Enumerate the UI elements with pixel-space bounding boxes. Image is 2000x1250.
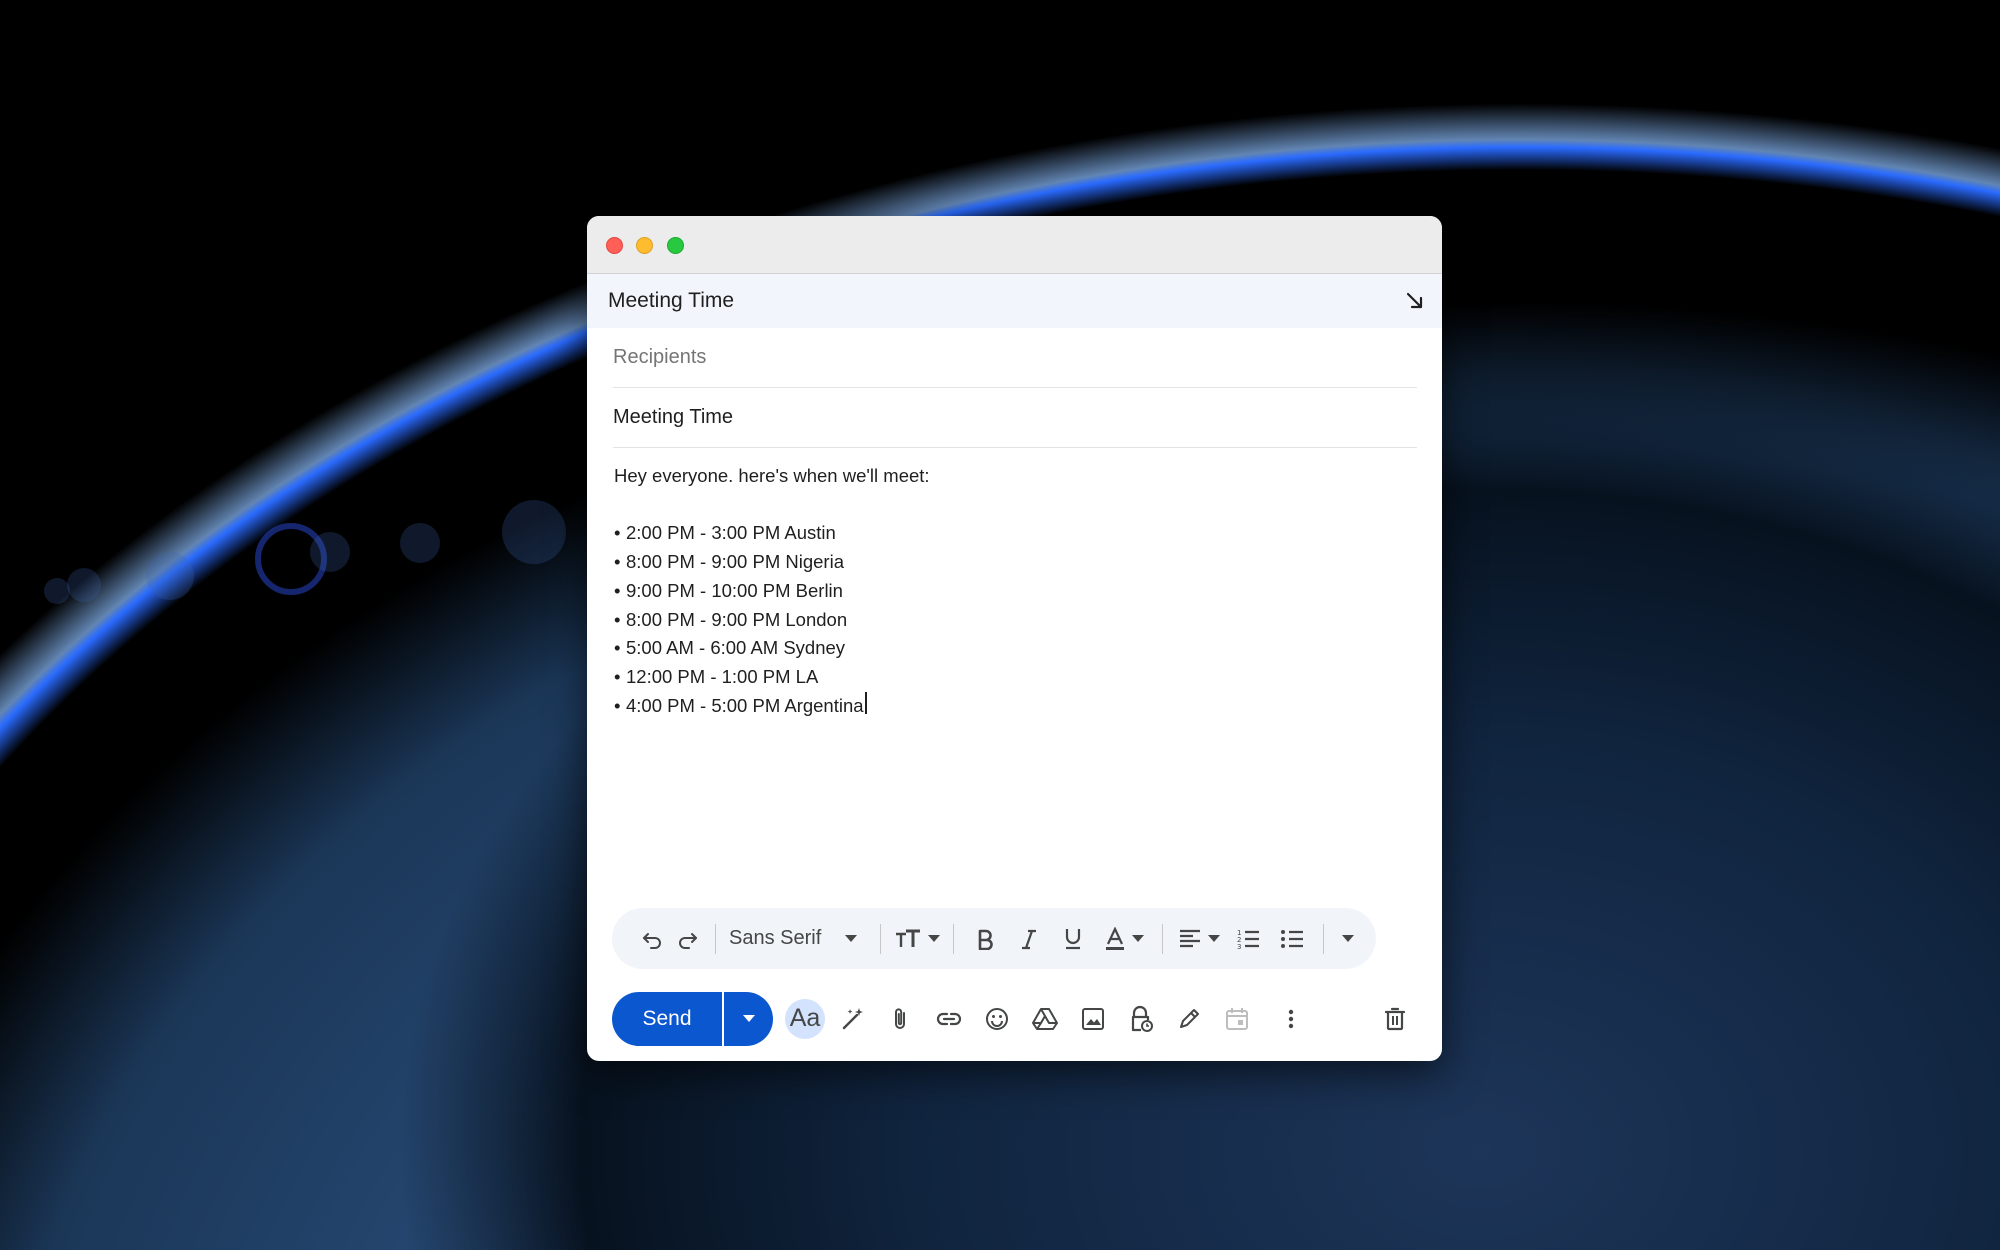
minimize-window-button[interactable] [636, 237, 653, 254]
window-titlebar [587, 216, 1442, 274]
list-item: • 2:00 PM - 3:00 PM Austin [614, 522, 836, 544]
lens-flare [502, 500, 566, 564]
bold-icon[interactable] [963, 919, 1007, 959]
more-formatting-icon[interactable] [1333, 919, 1363, 959]
body-greeting: Hey everyone. here's when we'll meet: [614, 465, 930, 486]
formatting-toolbar: Sans Serif 123 [612, 908, 1376, 969]
drive-icon[interactable] [1025, 999, 1065, 1039]
numbered-list-icon[interactable]: 123 [1226, 919, 1270, 959]
trash-icon[interactable] [1375, 999, 1415, 1039]
image-icon[interactable] [1073, 999, 1113, 1039]
formatting-toggle-icon[interactable]: Aa [785, 998, 825, 1039]
schedule-calendar-icon[interactable] [1217, 999, 1257, 1039]
lens-flare [44, 578, 70, 604]
text-color-icon[interactable] [1095, 919, 1153, 959]
font-family-label: Sans Serif [729, 927, 822, 949]
chevron-down-icon [845, 935, 858, 942]
lens-flare [146, 552, 194, 600]
message-body[interactable]: Hey everyone. here's when we'll meet: • 2… [614, 462, 1417, 720]
chevron-down-icon [928, 935, 940, 942]
toolbar-divider [1162, 923, 1163, 954]
signature-pen-icon[interactable] [1169, 999, 1209, 1039]
paperclip-icon[interactable] [881, 999, 921, 1039]
lens-flare [310, 532, 350, 572]
link-icon[interactable] [929, 999, 969, 1039]
subject-field[interactable]: Meeting Time [613, 388, 1417, 448]
chevron-down-icon [742, 1015, 755, 1022]
compose-bottom-bar: Send Aa [612, 991, 1417, 1046]
magic-pen-icon[interactable] [833, 999, 873, 1039]
more-options-icon[interactable] [1271, 999, 1311, 1039]
list-item: • 9:00 PM - 10:00 PM Berlin [614, 579, 843, 601]
align-icon[interactable] [1172, 919, 1226, 959]
compose-header-title: Meeting Time [608, 289, 735, 312]
list-item: • 12:00 PM - 1:00 PM LA [614, 665, 819, 687]
chevron-down-icon [1208, 935, 1220, 942]
maximize-window-button[interactable] [667, 237, 684, 254]
undo-icon[interactable] [634, 919, 670, 959]
chevron-down-icon [1342, 935, 1354, 942]
font-family-select[interactable]: Sans Serif [725, 919, 871, 959]
send-options-button[interactable] [724, 991, 773, 1046]
font-size-icon[interactable] [890, 919, 944, 959]
toolbar-divider [880, 923, 881, 954]
confidential-lock-icon[interactable] [1121, 999, 1161, 1039]
close-window-button[interactable] [606, 237, 623, 254]
italic-icon[interactable] [1007, 919, 1051, 959]
recipients-input[interactable] [613, 346, 1417, 369]
pop-out-arrow-icon[interactable] [1404, 290, 1426, 312]
list-item: • 4:00 PM - 5:00 PM Argentina [614, 691, 1417, 721]
redo-icon[interactable] [670, 919, 706, 959]
emoji-icon[interactable] [977, 999, 1017, 1039]
compose-header: Meeting Time [587, 274, 1442, 328]
toolbar-divider [953, 923, 954, 954]
toolbar-divider [1323, 923, 1324, 954]
underline-icon[interactable] [1051, 919, 1095, 959]
send-button[interactable]: Send [612, 991, 722, 1046]
bulleted-list-icon[interactable] [1270, 919, 1314, 959]
list-item: • 8:00 PM - 9:00 PM Nigeria [614, 551, 844, 573]
compose-window: Meeting Time Meeting Time Hey everyone. … [587, 216, 1442, 1061]
lens-flare [67, 568, 101, 602]
recipients-field[interactable] [613, 328, 1417, 388]
text-cursor [864, 691, 867, 714]
list-item: • 8:00 PM - 9:00 PM London [614, 608, 848, 630]
subject-input[interactable]: Meeting Time [613, 406, 733, 429]
chevron-down-icon [1132, 935, 1144, 942]
svg-text:3: 3 [1237, 943, 1241, 951]
list-item: • 5:00 AM - 6:00 AM Sydney [614, 637, 846, 659]
toolbar-divider [715, 923, 716, 954]
lens-flare [400, 523, 440, 563]
